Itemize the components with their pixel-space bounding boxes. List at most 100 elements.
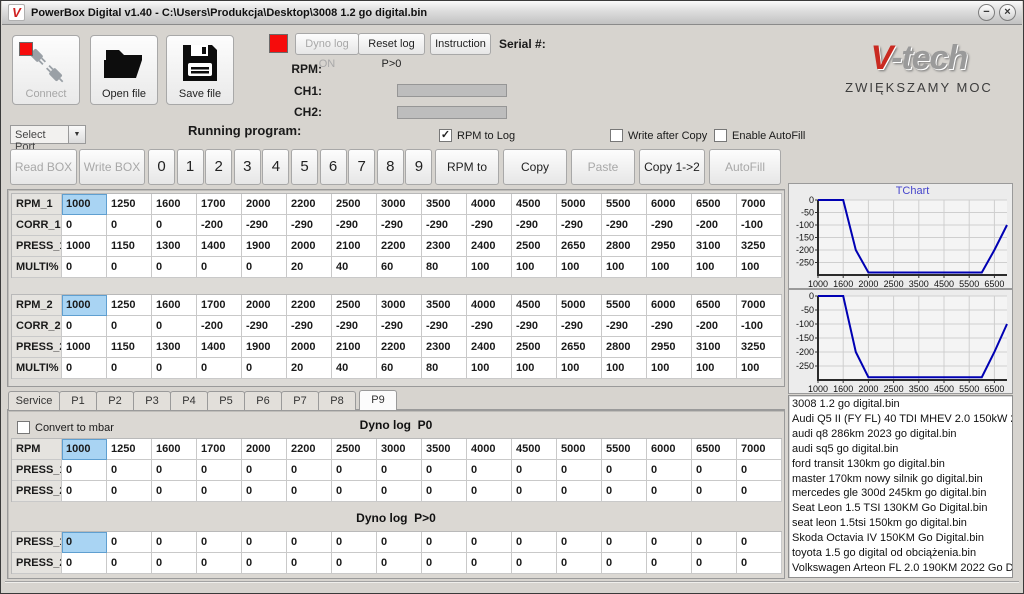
table-cell[interactable]: -290 <box>647 215 692 236</box>
table-cell[interactable]: 1900 <box>242 337 287 358</box>
table-cell[interactable]: 1300 <box>152 236 197 257</box>
table-cell[interactable]: 0 <box>602 553 647 574</box>
table-cell[interactable]: 0 <box>602 532 647 553</box>
table-cell[interactable]: -100 <box>737 215 782 236</box>
file-list-item[interactable]: toyota 1.5 go digital od obciążenia.bin <box>792 546 1012 561</box>
program-digit-button-0[interactable]: 0 <box>148 149 175 185</box>
table-cell[interactable]: 0 <box>692 481 737 502</box>
table-cell[interactable]: 0 <box>152 257 197 278</box>
table-cell[interactable]: 3000 <box>377 439 422 460</box>
table-cell[interactable]: 0 <box>197 553 242 574</box>
table-cell[interactable]: -290 <box>512 316 557 337</box>
table-cell[interactable]: 5500 <box>602 295 647 316</box>
table-cell[interactable]: 0 <box>332 553 377 574</box>
table-cell[interactable]: -290 <box>512 215 557 236</box>
table-cell[interactable]: 2400 <box>467 337 512 358</box>
table-cell[interactable]: 100 <box>557 257 602 278</box>
write-box-button[interactable]: Write BOX <box>79 149 145 185</box>
table-cell[interactable]: 2300 <box>422 337 467 358</box>
table-cell[interactable]: -290 <box>377 215 422 236</box>
table-cell[interactable]: -290 <box>467 215 512 236</box>
tab-service[interactable]: Service <box>8 391 60 410</box>
table-cell[interactable]: 40 <box>332 257 377 278</box>
program-digit-button-2[interactable]: 2 <box>205 149 232 185</box>
table-cell[interactable]: 100 <box>602 257 647 278</box>
table-cell[interactable]: -200 <box>197 316 242 337</box>
table-cell[interactable]: 80 <box>422 358 467 379</box>
table-cell[interactable]: -290 <box>287 316 332 337</box>
connect-button[interactable]: Connect <box>12 35 80 105</box>
table-cell[interactable]: 3100 <box>692 337 737 358</box>
table-cell[interactable]: 2500 <box>332 194 377 215</box>
table-cell[interactable]: 0 <box>197 532 242 553</box>
table-cell[interactable]: 6500 <box>692 194 737 215</box>
table-cell[interactable]: -200 <box>692 215 737 236</box>
reset-log-button[interactable]: Reset log P>0 <box>358 33 425 55</box>
table-cell[interactable]: 60 <box>377 358 422 379</box>
table-cell[interactable]: 1000 <box>62 236 107 257</box>
table-cell[interactable]: 1600 <box>152 295 197 316</box>
tab-p2[interactable]: P2 <box>96 391 134 410</box>
table-cell[interactable]: 0 <box>602 481 647 502</box>
table-cell[interactable]: 100 <box>647 257 692 278</box>
table-cell[interactable]: 100 <box>647 358 692 379</box>
tab-p4[interactable]: P4 <box>170 391 208 410</box>
table-cell[interactable]: 2650 <box>557 337 602 358</box>
table-cell[interactable]: 1900 <box>242 236 287 257</box>
table-cell[interactable]: 0 <box>107 358 152 379</box>
table-cell[interactable]: 0 <box>287 553 332 574</box>
table-cell[interactable]: 0 <box>62 316 107 337</box>
table-cell[interactable]: 2000 <box>287 236 332 257</box>
table-cell[interactable]: 4500 <box>512 295 557 316</box>
file-list-item[interactable]: Skoda Octavia IV 150KM Go Digital.bin <box>792 531 1012 546</box>
table-cell[interactable]: 2200 <box>287 295 332 316</box>
table-cell[interactable]: 100 <box>737 257 782 278</box>
table-cell[interactable]: 0 <box>152 460 197 481</box>
table-cell[interactable]: 1250 <box>107 295 152 316</box>
table-cell[interactable]: 1600 <box>152 194 197 215</box>
table-cell[interactable]: 3500 <box>422 194 467 215</box>
table-cell[interactable]: -290 <box>287 215 332 236</box>
select-port-combobox[interactable]: Select Port ▼ <box>10 125 86 144</box>
program-digit-button-8[interactable]: 8 <box>377 149 404 185</box>
table-cell[interactable]: 2000 <box>287 337 332 358</box>
table-cell[interactable]: 0 <box>512 553 557 574</box>
table-cell[interactable]: 0 <box>647 460 692 481</box>
table-cell[interactable]: 7000 <box>737 295 782 316</box>
table-cell[interactable]: 0 <box>197 460 242 481</box>
program-digit-button-1[interactable]: 1 <box>177 149 204 185</box>
table-cell[interactable]: 0 <box>107 257 152 278</box>
table-cell[interactable]: 0 <box>512 481 557 502</box>
table-cell[interactable]: -290 <box>242 215 287 236</box>
table-cell[interactable]: 0 <box>737 553 782 574</box>
table-cell[interactable]: 4000 <box>467 194 512 215</box>
table-cell[interactable]: 6000 <box>647 194 692 215</box>
file-list-item[interactable]: 3008 1.2 go digital.bin <box>792 397 1012 412</box>
table-cell[interactable]: 3250 <box>737 236 782 257</box>
table-cell[interactable]: -200 <box>197 215 242 236</box>
table-cell[interactable]: 0 <box>62 358 107 379</box>
table-cell[interactable]: -290 <box>647 316 692 337</box>
table-cell[interactable]: 4000 <box>467 439 512 460</box>
table-cell[interactable]: -290 <box>332 215 377 236</box>
table-cell[interactable]: 0 <box>647 481 692 502</box>
enable-autofill-checkbox[interactable]: Enable AutoFill <box>714 129 805 142</box>
table-cell[interactable]: 0 <box>242 358 287 379</box>
table-cell[interactable]: 0 <box>107 553 152 574</box>
table-cell[interactable]: -290 <box>602 215 647 236</box>
table-cell[interactable]: 2400 <box>467 236 512 257</box>
table-cell[interactable]: 2200 <box>377 236 422 257</box>
table-cell[interactable]: 0 <box>737 460 782 481</box>
table-cell[interactable]: 0 <box>62 532 107 553</box>
file-list-item[interactable]: Audi Q5 II (FY FL) 40 TDI MHEV 2.0 150kW… <box>792 412 1012 427</box>
table-cell[interactable]: 2200 <box>287 439 332 460</box>
table-cell[interactable]: 5500 <box>602 439 647 460</box>
table-cell[interactable]: 1000 <box>62 439 107 460</box>
table-cell[interactable]: -200 <box>692 316 737 337</box>
file-list-item[interactable]: Seat Leon 1.5 TSI 130KM Go Digital.bin <box>792 501 1012 516</box>
table-cell[interactable]: 2500 <box>512 236 557 257</box>
table-cell[interactable]: 0 <box>287 481 332 502</box>
table-cell[interactable]: 1000 <box>62 337 107 358</box>
program-digit-button-9[interactable]: 9 <box>405 149 432 185</box>
table-cell[interactable]: 0 <box>737 532 782 553</box>
